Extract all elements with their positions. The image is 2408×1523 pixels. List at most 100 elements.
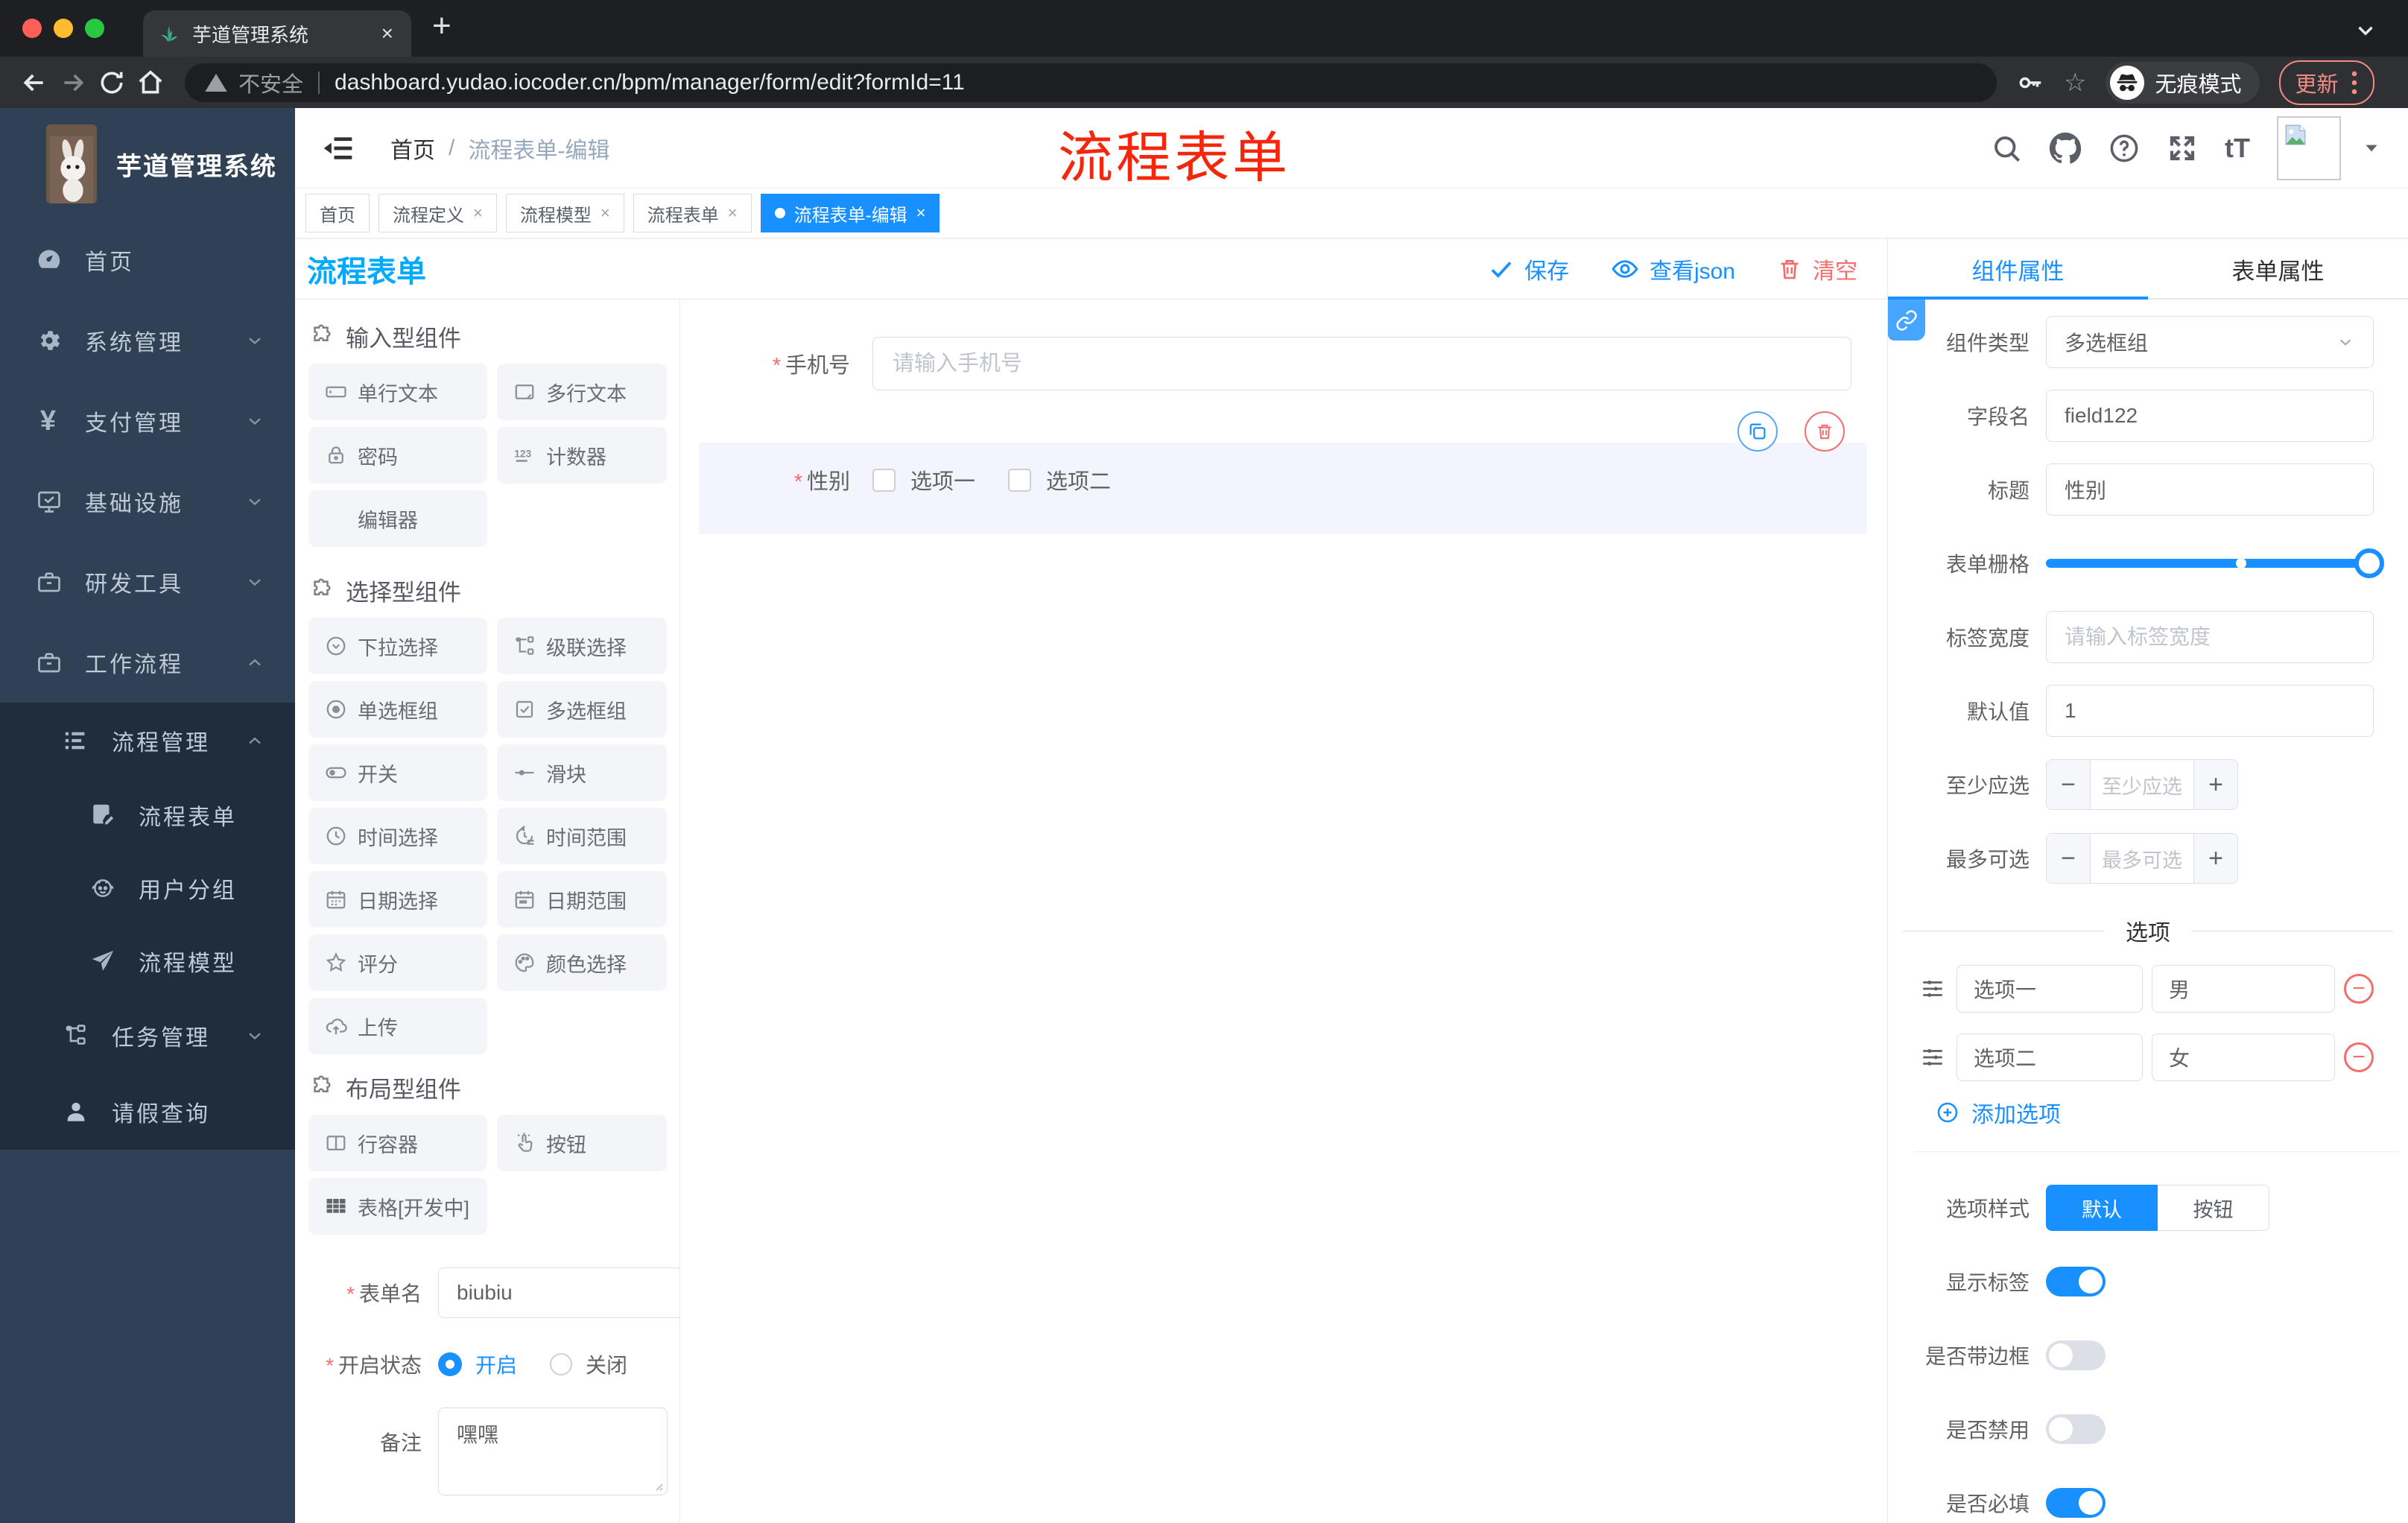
show-label-toggle[interactable] xyxy=(2046,1267,2106,1296)
home-icon[interactable] xyxy=(134,66,167,99)
sidebar-item-process-mgmt[interactable]: 流程管理 xyxy=(0,703,295,779)
palette-item-editor[interactable]: 编辑器 xyxy=(308,490,487,547)
palette-item-slider[interactable]: 滑块 xyxy=(497,744,667,801)
save-button[interactable]: 保存 xyxy=(1489,253,1569,285)
close-icon[interactable]: × xyxy=(916,203,926,223)
close-icon[interactable]: × xyxy=(728,203,738,223)
style-default-button[interactable]: 默认 xyxy=(2046,1185,2158,1231)
gender-option1-checkbox[interactable]: 选项一 xyxy=(872,464,975,495)
sidebar-item-infra[interactable]: 基础设施 xyxy=(0,461,295,542)
decrement-button[interactable]: − xyxy=(2047,834,2091,883)
radio-open[interactable]: 开启 xyxy=(438,1349,517,1379)
palette-item-button[interactable]: 按钮 xyxy=(497,1115,667,1171)
search-icon[interactable] xyxy=(1991,133,2022,164)
grid-slider[interactable] xyxy=(2046,537,2384,589)
palette-item-switch[interactable]: 开关 xyxy=(308,744,487,801)
help-icon[interactable] xyxy=(2108,133,2140,164)
maximize-window-button[interactable] xyxy=(85,19,104,38)
gender-option2-checkbox[interactable]: 选项二 xyxy=(1008,464,1111,495)
sidebar-item-task-mgmt[interactable]: 任务管理 xyxy=(0,998,295,1074)
palette-item-checkbox-group[interactable]: 多选框组 xyxy=(497,681,667,738)
tag-process-form-edit[interactable]: 流程表单-编辑 × xyxy=(760,194,940,232)
default-value-input[interactable] xyxy=(2046,685,2374,737)
github-icon[interactable] xyxy=(2049,132,2082,165)
border-toggle[interactable] xyxy=(2046,1340,2106,1370)
remove-option-button[interactable]: − xyxy=(2344,1042,2374,1072)
caret-down-icon[interactable] xyxy=(2362,139,2381,158)
tag-home[interactable]: 首页 xyxy=(305,194,370,232)
tab-close-icon[interactable]: × xyxy=(378,22,396,45)
tab-component-props[interactable]: 组件属性 xyxy=(1888,238,2148,300)
link-tab[interactable] xyxy=(1888,300,1925,341)
slider-handle[interactable] xyxy=(2354,548,2384,578)
palette-item-select[interactable]: 下拉选择 xyxy=(308,618,487,674)
radio-closed[interactable]: 关闭 xyxy=(550,1349,627,1379)
fullscreen-icon[interactable] xyxy=(2167,133,2198,164)
canvas-phone-field[interactable]: * 手机号 xyxy=(680,337,1887,390)
palette-item-date-range[interactable]: 日期范围 xyxy=(497,871,667,928)
drag-handle-icon[interactable] xyxy=(1918,976,1948,1001)
phone-input[interactable] xyxy=(872,337,1851,390)
palette-item-radio-group[interactable]: 单选框组 xyxy=(308,681,487,738)
browser-tab[interactable]: 芋道管理系统 × xyxy=(143,10,411,57)
tag-process-model[interactable]: 流程模型 × xyxy=(505,194,624,232)
resize-grip-icon[interactable] xyxy=(652,1480,664,1492)
sidebar-item-system[interactable]: 系统管理 xyxy=(0,300,295,381)
palette-item-upload[interactable]: 上传 xyxy=(308,998,487,1054)
increment-button[interactable]: + xyxy=(2193,760,2237,809)
style-button-button[interactable]: 按钮 xyxy=(2158,1185,2269,1231)
avatar[interactable] xyxy=(2277,115,2341,180)
font-size-icon[interactable]: tT xyxy=(2225,133,2250,164)
option-value-input[interactable] xyxy=(2152,1033,2335,1081)
option-value-input[interactable] xyxy=(2152,965,2335,1013)
new-tab-button[interactable]: + xyxy=(432,7,452,45)
decrement-button[interactable]: − xyxy=(2047,760,2091,809)
sidebar-fold-icon[interactable] xyxy=(322,132,355,165)
tab-form-props[interactable]: 表单属性 xyxy=(2148,238,2408,300)
sidebar-item-devtools[interactable]: 研发工具 xyxy=(0,542,295,622)
palette-item-time-range[interactable]: 时间范围 xyxy=(497,808,667,864)
max-select-value[interactable]: 最多可选 xyxy=(2091,834,2193,883)
breadcrumb-home[interactable]: 首页 xyxy=(390,132,435,165)
palette-item-table[interactable]: 表格[开发中] xyxy=(308,1178,487,1235)
tag-process-form[interactable]: 流程表单 × xyxy=(633,194,752,232)
palette-item-single-line-text[interactable]: 单行文本 xyxy=(308,364,487,420)
palette-item-password[interactable]: 密码 xyxy=(308,427,487,484)
form-remark-textarea[interactable]: 嘿嘿 xyxy=(438,1408,668,1495)
password-key-icon[interactable] xyxy=(2016,69,2044,97)
clear-button[interactable]: 清空 xyxy=(1777,253,1857,285)
sidebar-item-process-model[interactable]: 流程模型 xyxy=(0,925,295,998)
palette-item-cascader[interactable]: 级联选择 xyxy=(497,618,667,674)
forward-icon[interactable] xyxy=(57,66,89,99)
sidebar-item-workflow[interactable]: 工作流程 xyxy=(0,622,295,703)
close-icon[interactable]: × xyxy=(473,203,483,223)
sidebar-item-payment[interactable]: ¥ 支付管理 xyxy=(0,381,295,461)
slider-track[interactable] xyxy=(2046,558,2383,569)
palette-item-rate[interactable]: 评分 xyxy=(308,934,487,991)
update-button[interactable]: 更新 xyxy=(2278,60,2374,105)
option-label-input[interactable] xyxy=(1956,965,2143,1013)
sidebar-item-user-group[interactable]: 用户分组 xyxy=(0,852,295,925)
palette-item-date-picker[interactable]: 日期选择 xyxy=(308,871,487,928)
back-icon[interactable] xyxy=(18,66,51,99)
form-name-input[interactable] xyxy=(438,1267,679,1318)
remove-option-button[interactable]: − xyxy=(2344,974,2374,1004)
add-option-button[interactable]: 添加选项 xyxy=(1936,1098,2408,1127)
field-name-input[interactable] xyxy=(2046,390,2374,442)
palette-item-multi-line-text[interactable]: 多行文本 xyxy=(497,364,667,420)
view-json-button[interactable]: 查看json xyxy=(1611,253,1735,285)
kebab-menu-icon[interactable] xyxy=(2351,69,2358,96)
tag-process-definition[interactable]: 流程定义 × xyxy=(378,194,497,232)
disabled-toggle[interactable] xyxy=(2046,1414,2106,1444)
increment-button[interactable]: + xyxy=(2193,834,2237,883)
sidebar-item-leave-query[interactable]: 请假查询 xyxy=(0,1074,295,1150)
minimize-window-button[interactable] xyxy=(54,19,73,38)
title-input[interactable] xyxy=(2046,463,2374,516)
sidebar-item-process-form[interactable]: 流程表单 xyxy=(0,779,295,852)
close-window-button[interactable] xyxy=(22,19,42,38)
canvas-gender-field-selected[interactable]: * 性别 选项一 选项二 xyxy=(699,411,1867,534)
palette-item-time-picker[interactable]: 时间选择 xyxy=(308,808,487,864)
bookmark-star-icon[interactable]: ☆ xyxy=(2064,68,2086,98)
component-type-select[interactable]: 多选框组 xyxy=(2046,316,2374,368)
required-toggle[interactable] xyxy=(2046,1488,2106,1518)
